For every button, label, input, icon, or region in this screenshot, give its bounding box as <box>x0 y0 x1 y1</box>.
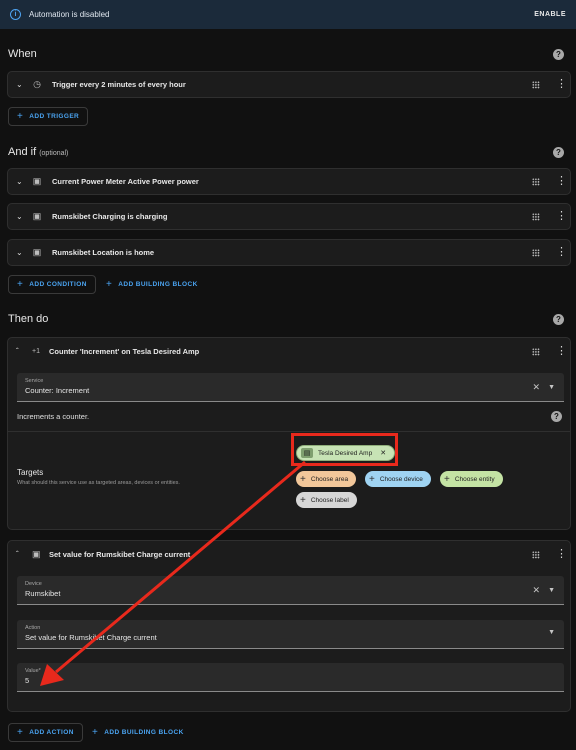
arrow-line <box>55 460 306 674</box>
annotation-arrow <box>40 460 306 686</box>
